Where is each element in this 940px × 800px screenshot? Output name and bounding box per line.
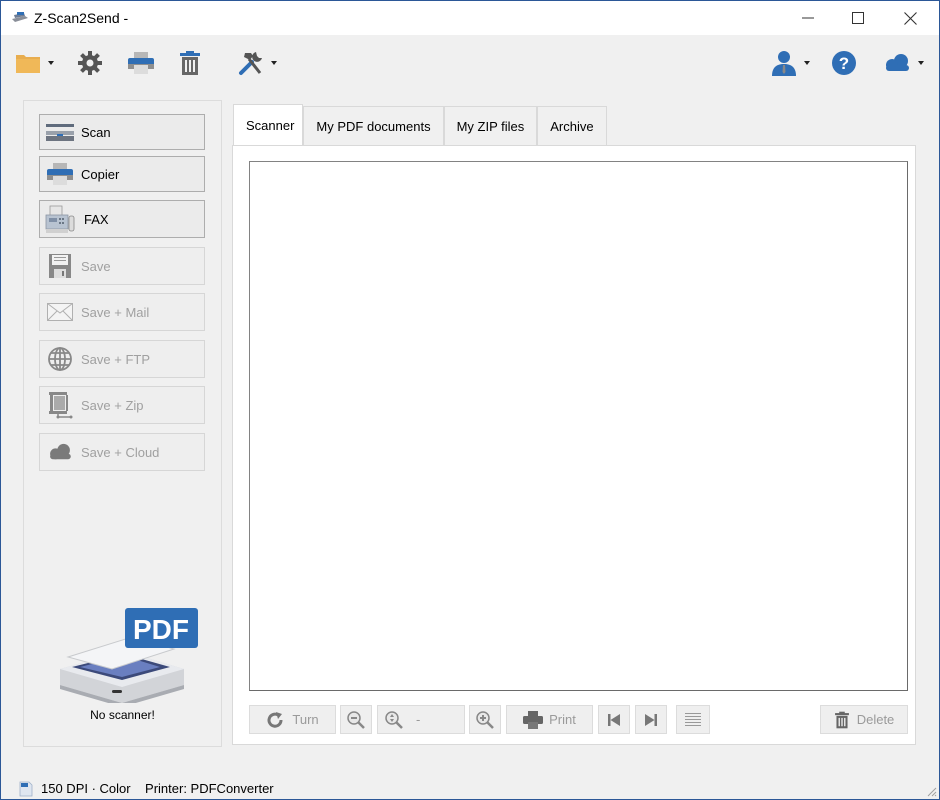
minimize-button[interactable] (785, 1, 831, 35)
zoom-in-icon (476, 710, 494, 729)
close-icon (903, 11, 917, 25)
last-page-button[interactable] (635, 705, 667, 734)
chevron-down-icon[interactable] (48, 61, 54, 65)
turn-button[interactable]: Turn (249, 705, 336, 734)
help-icon: ? (832, 51, 856, 75)
main-toolbar: ? (1, 35, 939, 91)
settings-button[interactable] (77, 49, 103, 77)
fax-button[interactable]: FAX (39, 200, 205, 238)
app-window: Z-Scan2Send - ? Scan Copier FAX Save Sav… (0, 0, 940, 800)
save-ftp-button[interactable]: Save + FTP (39, 340, 205, 378)
chevron-down-icon[interactable] (271, 61, 277, 65)
delete-all-button[interactable] (179, 49, 201, 77)
tools-icon (239, 52, 262, 75)
maximize-button[interactable] (835, 1, 881, 35)
zoom-out-icon (347, 710, 365, 729)
gear-icon (78, 51, 102, 75)
zoom-fit-icon (385, 710, 403, 729)
delete-page-button[interactable]: Delete (820, 705, 908, 734)
status-text: 150 DPI · Color Printer: PDFConverter (41, 781, 274, 796)
zip-icon (45, 391, 75, 419)
tools-button[interactable] (238, 49, 277, 77)
printer-icon (128, 52, 154, 74)
cloud-button[interactable] (883, 49, 924, 77)
scanner-icon (45, 118, 75, 146)
save-mail-label: Save + Mail (81, 304, 150, 320)
scan-preview-area[interactable] (249, 161, 908, 691)
close-button[interactable] (887, 1, 933, 35)
tab-strip: Scanner My PDF documents My ZIP files Ar… (233, 104, 607, 146)
scanner-tab-pane: Turn - Print Delete (232, 145, 916, 745)
save-cloud-label: Save + Cloud (81, 444, 160, 460)
zoom-in-button[interactable] (469, 705, 501, 734)
first-page-button[interactable] (598, 705, 630, 734)
tab-my-zip-files[interactable]: My ZIP files (443, 106, 538, 146)
copier-label: Copier (81, 166, 120, 182)
print-button[interactable] (127, 49, 155, 77)
app-scanner-icon (12, 12, 28, 22)
rotate-icon (267, 711, 283, 728)
envelope-icon (45, 298, 75, 326)
status-bar: 150 DPI · Color Printer: PDFConverter (1, 777, 939, 799)
tab-archive[interactable]: Archive (537, 106, 607, 146)
action-panel: Scan Copier FAX Save Save + Mail Save + … (23, 100, 222, 747)
copier-button[interactable]: Copier (39, 156, 205, 192)
fax-label: FAX (84, 211, 109, 227)
copier-icon (45, 160, 75, 188)
save-ftp-label: Save + FTP (81, 351, 150, 367)
save-button[interactable]: Save (39, 247, 205, 285)
save-label: Save (81, 258, 111, 274)
maximize-icon (852, 12, 864, 24)
printer-icon (523, 710, 544, 729)
skip-forward-icon (645, 713, 657, 726)
pdf-badge: PDF (133, 614, 189, 645)
zoom-level-dropdown[interactable]: - (377, 705, 465, 734)
printer-status: Printer: PDFConverter (145, 781, 274, 796)
list-icon (685, 712, 701, 726)
document-settings-icon (19, 781, 33, 797)
globe-icon (45, 345, 75, 373)
save-cloud-button[interactable]: Save + Cloud (39, 433, 205, 471)
open-folder-button[interactable] (15, 49, 54, 77)
scanner-pdf-illustration: PDF (60, 608, 198, 703)
svg-text:?: ? (839, 54, 849, 73)
trash-icon (834, 711, 849, 728)
chevron-down-icon[interactable] (918, 61, 924, 65)
chevron-down-icon[interactable] (804, 61, 810, 65)
folder-icon (16, 55, 40, 73)
account-button[interactable] (771, 49, 810, 77)
print-label: Print (549, 712, 576, 727)
zoom-level-value: - (416, 712, 421, 727)
skip-back-icon (608, 713, 620, 726)
page-list-button[interactable] (676, 705, 710, 734)
cloud-icon (886, 54, 909, 71)
save-zip-label: Save + Zip (81, 397, 144, 413)
tab-scanner[interactable]: Scanner (233, 104, 304, 146)
minimize-icon (802, 17, 814, 19)
trash-icon (180, 51, 200, 75)
zoom-out-button[interactable] (340, 705, 372, 734)
user-icon (772, 51, 796, 76)
save-mail-button[interactable]: Save + Mail (39, 293, 205, 331)
scan-settings-status: 150 DPI · Color (41, 781, 131, 796)
print-preview-button[interactable]: Print (506, 705, 593, 734)
scan-button[interactable]: Scan (39, 114, 205, 150)
fax-icon (45, 205, 75, 233)
help-button[interactable]: ? (831, 49, 857, 77)
scanner-status: No scanner! (90, 708, 155, 722)
resize-grip-icon[interactable] (925, 785, 937, 797)
title-bar: Z-Scan2Send - (1, 1, 939, 35)
save-zip-button[interactable]: Save + Zip (39, 386, 205, 424)
turn-label: Turn (292, 712, 319, 727)
floppy-icon (45, 252, 75, 280)
scan-label: Scan (81, 124, 111, 140)
window-title: Z-Scan2Send - (34, 10, 129, 26)
cloud-icon (45, 438, 75, 466)
delete-label: Delete (856, 712, 895, 727)
tab-my-pdf-documents[interactable]: My PDF documents (303, 106, 444, 146)
